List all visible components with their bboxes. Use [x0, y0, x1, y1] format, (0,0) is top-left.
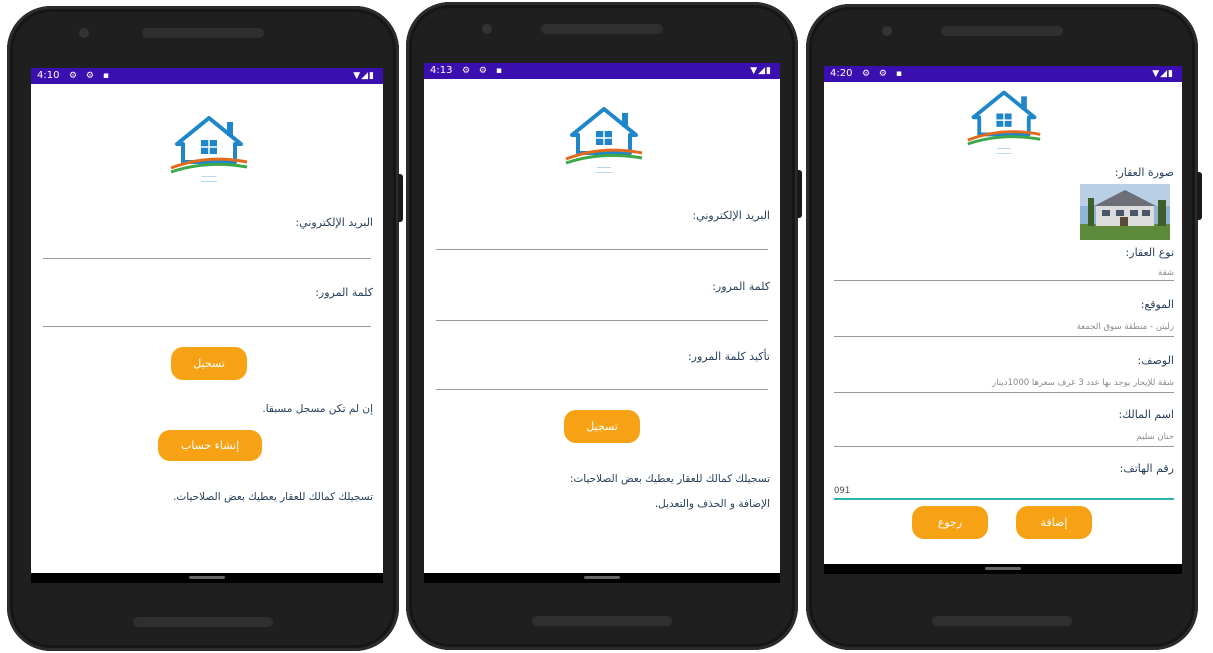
earpiece [142, 28, 264, 38]
front-camera [79, 28, 89, 38]
info-text: تسجيلك كمالك للعقار يعطيك بعض الصلاحيات. [173, 491, 373, 503]
login-screen: 4:10 ⚙ ⚙ ▪ ▼◢▮ ────── ──────── البريد ال… [31, 68, 383, 583]
earpiece [941, 26, 1063, 36]
email-label: البريد الإلكتروني: [692, 209, 770, 222]
status-time: 4:20 [830, 68, 853, 79]
status-bar: 4:10 ⚙ ⚙ ▪ ▼◢▮ [31, 68, 383, 84]
phone-number-field[interactable] [834, 482, 1174, 500]
phone-number-label: رقم الهاتف: [1119, 462, 1174, 475]
info-text-line1: تسجيلك كمالك للعقار يعطيك بعض الصلاحيات: [569, 473, 770, 485]
confirm-password-field[interactable] [436, 371, 768, 390]
register-screen: 4:13 ⚙ ⚙ ▪ ▼◢▮ ────── ──────── البريد ال… [424, 63, 780, 583]
status-bar: 4:13 ⚙ ⚙ ▪ ▼◢▮ [424, 63, 780, 79]
home-gesture-bar[interactable] [189, 576, 225, 579]
owner-name-field[interactable] [834, 430, 1174, 447]
info-text-line2: الإضافة و الحذف والتعديل. [654, 498, 770, 510]
login-button[interactable]: تسجيل [171, 347, 247, 380]
front-camera [882, 26, 892, 36]
app-logo: ────── ──────── [565, 107, 643, 175]
nav-bar [424, 573, 780, 583]
app-logo: ────── ──────── [170, 116, 248, 184]
email-field[interactable] [436, 231, 768, 250]
svg-text:──────: ────── [996, 146, 1011, 151]
location-field[interactable] [834, 320, 1174, 337]
signal-battery-icon: ▼◢▮ [353, 71, 375, 81]
status-bar: 4:20 ⚙ ⚙ ▪ ▼◢▮ [824, 66, 1182, 82]
front-camera [482, 24, 492, 34]
notification-icons: ⚙ ⚙ ▪ [462, 66, 505, 76]
property-type-field[interactable] [834, 264, 1174, 281]
bottom-speaker [133, 617, 273, 627]
property-image[interactable] [1080, 184, 1170, 240]
svg-text:────────: ──────── [995, 151, 1013, 155]
add-property-screen: 4:20 ⚙ ⚙ ▪ ▼◢▮ ────── ──────── صورة العق… [824, 66, 1182, 574]
confirm-password-label: تأكيد كلمة المرور: [687, 350, 770, 363]
create-account-button[interactable]: إنشاء حساب [158, 430, 262, 461]
notification-icons: ⚙ ⚙ ▪ [862, 69, 905, 79]
description-field[interactable] [834, 376, 1174, 393]
bottom-speaker [932, 616, 1072, 626]
no-account-text: إن لم تكن مسجل مسبقا. [262, 403, 373, 415]
password-label: كلمة المرور: [712, 280, 770, 293]
svg-text:──────: ────── [596, 165, 612, 170]
notification-icons: ⚙ ⚙ ▪ [69, 71, 112, 81]
signal-battery-icon: ▼◢▮ [750, 66, 772, 76]
svg-text:────────: ──────── [595, 171, 614, 175]
status-time: 4:13 [430, 65, 453, 76]
description-label: الوصف: [1137, 354, 1174, 367]
property-image-label: صورة العقار: [1114, 166, 1174, 179]
phone-login: 4:10 ⚙ ⚙ ▪ ▼◢▮ ────── ──────── البريد ال… [7, 6, 403, 651]
signal-battery-icon: ▼◢▮ [1152, 69, 1174, 79]
location-label: الموقع: [1140, 298, 1174, 311]
phone-register: 4:13 ⚙ ⚙ ▪ ▼◢▮ ────── ──────── البريد ال… [406, 2, 802, 650]
email-label: البريد الإلكتروني: [295, 216, 373, 229]
register-button[interactable]: تسجيل [564, 410, 640, 443]
nav-bar [824, 564, 1182, 574]
back-button[interactable]: رجوع [912, 506, 988, 539]
password-field[interactable] [43, 308, 371, 327]
svg-text:──────: ────── [201, 174, 217, 179]
password-field[interactable] [436, 302, 768, 321]
password-label: كلمة المرور: [315, 286, 373, 299]
bottom-speaker [532, 616, 672, 626]
email-field[interactable] [43, 240, 371, 259]
app-logo: ────── ──────── [967, 90, 1041, 155]
nav-bar [31, 573, 383, 583]
home-gesture-bar[interactable] [985, 567, 1021, 570]
phone-add-property: 4:20 ⚙ ⚙ ▪ ▼◢▮ ────── ──────── صورة العق… [806, 4, 1202, 650]
owner-name-label: اسم المالك: [1118, 408, 1174, 421]
home-gesture-bar[interactable] [584, 576, 620, 579]
status-time: 4:10 [37, 70, 60, 81]
svg-text:────────: ──────── [200, 180, 219, 184]
property-type-label: نوع العقار: [1125, 246, 1174, 259]
earpiece [541, 24, 663, 34]
add-property-button[interactable]: إضافة [1016, 506, 1092, 539]
